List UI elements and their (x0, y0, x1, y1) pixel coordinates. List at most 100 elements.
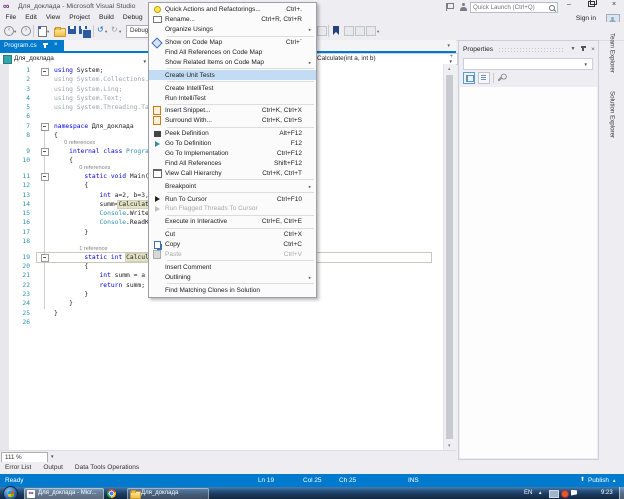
sign-in-link[interactable]: Sign in (576, 15, 596, 22)
context-menu-item-go-to-definition[interactable]: Go To DefinitionF12 (149, 139, 316, 149)
context-menu-item-show-related-items-on-code-map[interactable]: Show Related Items on Code Map► (149, 57, 316, 67)
context-menu-item-create-intellitest[interactable]: Create IntelliTest (149, 83, 316, 93)
member-dropdown[interactable]: Calculate(int a, int b) ▼ (312, 53, 458, 65)
undo-dropdown-icon[interactable]: ▾ (105, 29, 107, 35)
properties-header[interactable]: Properties ▼ × (459, 43, 598, 55)
context-menu-item-execute-in-interactive[interactable]: Execute in InteractiveCtrl+E, Ctrl+E (149, 217, 316, 227)
redo-button[interactable]: ↻ (111, 25, 118, 34)
close-panel-icon[interactable]: × (588, 46, 598, 53)
menubar-item-debug[interactable]: Debug (118, 13, 147, 22)
quick-launch-input[interactable] (473, 3, 543, 12)
scroll-up-icon[interactable]: ▲ (447, 66, 451, 71)
toolbar-overflow-icon[interactable]: ▾ (377, 29, 379, 35)
menubar-item-view[interactable]: View (41, 13, 64, 22)
context-menu-item-find-matching-clones-in-solution[interactable]: Find Matching Clones in Solution (149, 285, 316, 295)
tray-display-icon[interactable] (549, 490, 559, 498)
close-button[interactable]: × (606, 0, 622, 11)
open-file-button[interactable] (54, 28, 66, 37)
context-menu-item-breakpoint[interactable]: Breakpoint► (149, 181, 316, 191)
show-desktop-button[interactable] (619, 487, 624, 499)
new-file-dropdown-icon[interactable]: ▾ (47, 29, 49, 35)
code-line-25[interactable]: 25} (0, 309, 444, 318)
taskbar-item-chrome-icon[interactable] (107, 489, 116, 498)
context-menu-item-create-unit-tests[interactable]: Create Unit Tests (149, 70, 316, 80)
toolbar-icon[interactable] (344, 26, 354, 36)
context-menu-item-insert-snippet[interactable]: Insert Snippet...Ctrl+K, Ctrl+X (149, 106, 316, 116)
bottom-tab-error-list[interactable]: Error List (5, 462, 31, 474)
context-menu-item-insert-comment[interactable]: Insert Comment (149, 262, 316, 272)
menubar-item-file[interactable]: File (1, 13, 21, 22)
fold-toggle-icon[interactable] (41, 123, 49, 131)
start-button[interactable] (3, 486, 18, 499)
menubar-item-edit[interactable]: Edit (21, 13, 42, 22)
context-menu-item-copy[interactable]: CopyCtrl+C (149, 240, 316, 250)
publish-button[interactable]: Publish (588, 474, 609, 487)
scrollbar-thumb[interactable] (446, 75, 453, 439)
code-line-24[interactable]: 24 } (0, 299, 444, 308)
vertical-scrollbar[interactable]: ▲ ▼ (443, 64, 456, 450)
navigate-backward-dropdown-icon[interactable]: ▾ (14, 29, 16, 35)
context-menu-item-show-on-code-map[interactable]: Show on Code MapCtrl+` (149, 38, 316, 48)
toolbar-icon[interactable] (355, 26, 365, 36)
split-editor-handle[interactable]: + (449, 54, 453, 60)
window-position-dropdown-icon[interactable]: ▼ (568, 46, 578, 52)
context-menu-item-organize-usings[interactable]: Organize Usings► (149, 25, 316, 35)
save-all-button[interactable] (79, 26, 87, 34)
properties-object-dropdown[interactable]: ▼ (463, 58, 593, 70)
document-list-dropdown-icon[interactable]: ▼ (447, 43, 451, 48)
clock[interactable]: 9:23 (601, 487, 613, 499)
context-menu-item-run-to-cursor[interactable]: Run To CursorCtrl+F10 (149, 194, 316, 204)
context-menu-item-quick-actions-and-refactorings[interactable]: Quick Actions and Refactorings...Ctrl+. (149, 5, 316, 15)
notifications-flag-icon[interactable] (446, 3, 452, 11)
bookmark-icon[interactable] (333, 26, 339, 35)
context-menu-item-cut[interactable]: CutCtrl+X (149, 230, 316, 240)
redo-dropdown-icon[interactable]: ▾ (119, 29, 121, 35)
alphabetical-view-button[interactable] (478, 72, 490, 84)
restore-button[interactable] (583, 0, 599, 11)
publish-expand-icon[interactable]: ▲ (612, 474, 616, 487)
context-menu-item-go-to-implementation[interactable]: Go To ImplementationCtrl+F12 (149, 149, 316, 159)
tab-program-cs[interactable]: Program.cs × (0, 40, 64, 51)
quick-launch-box[interactable] (470, 2, 558, 13)
fold-toggle-icon[interactable] (41, 254, 49, 262)
context-menu-item-surround-with[interactable]: Surround With...Ctrl+K, Ctrl+S (149, 116, 316, 126)
tray-update-icon[interactable] (561, 490, 569, 498)
project-dropdown[interactable]: Для_доклада ▼ (0, 53, 151, 64)
fold-toggle-icon[interactable] (41, 68, 49, 76)
context-menu-item-find-all-references[interactable]: Find All ReferencesShift+F12 (149, 158, 316, 168)
navigate-forward-button[interactable]: › (21, 26, 31, 36)
language-indicator[interactable]: EN (524, 487, 532, 499)
context-menu-item-rename[interactable]: Rename...Ctrl+R, Ctrl+R (149, 15, 316, 25)
save-button[interactable] (68, 26, 76, 34)
context-menu-item-find-all-references-on-code-map[interactable]: Find All References on Code Map (149, 48, 316, 58)
side-tab-solution-explorer[interactable]: Solution Explorer (609, 86, 616, 143)
context-menu-item-run-intellitest[interactable]: Run IntelliTest (149, 93, 316, 103)
undo-button[interactable]: ↺ (97, 25, 104, 34)
taskbar-item-visual-studio[interactable]: ∞ Для_доклада - Micr... (24, 488, 104, 499)
feedback-person-icon[interactable] (459, 3, 467, 11)
menubar-item-build[interactable]: Build (95, 13, 119, 22)
taskbar-item-folder[interactable]: Для_доклада (127, 488, 209, 499)
fold-toggle-icon[interactable] (41, 148, 49, 156)
bottom-tab-output[interactable]: Output (43, 462, 63, 474)
context-menu-item-view-call-hierarchy[interactable]: View Call HierarchyCtrl+K, Ctrl+T (149, 168, 316, 178)
pin-icon[interactable] (578, 46, 588, 53)
navigate-backward-button[interactable]: ‹ (4, 26, 14, 36)
toolbar-icon[interactable] (366, 26, 376, 36)
show-hidden-icons[interactable]: ▲ (538, 487, 542, 499)
toolbar-icon[interactable] (317, 26, 327, 36)
action-center-flag-icon[interactable] (571, 490, 577, 497)
chevron-down-icon[interactable]: ▼ (50, 454, 54, 459)
side-tab-team-explorer[interactable]: Team Explorer (609, 28, 616, 78)
fold-toggle-icon[interactable] (41, 173, 49, 181)
property-pages-icon[interactable] (497, 74, 504, 81)
context-menu-item-peek-definition[interactable]: Peek DefinitionAlt+F12 (149, 129, 316, 139)
minimize-button[interactable]: – (561, 0, 577, 11)
tab-close-icon[interactable]: × (54, 40, 58, 51)
menubar-item-project[interactable]: Project (65, 13, 95, 22)
context-menu-item-outlining[interactable]: Outlining► (149, 272, 316, 282)
scroll-down-icon[interactable]: ▼ (447, 443, 451, 448)
pin-icon[interactable] (44, 43, 46, 48)
bottom-tab-data-tools-operations[interactable]: Data Tools Operations (75, 462, 139, 474)
categorized-view-button[interactable] (463, 72, 475, 84)
